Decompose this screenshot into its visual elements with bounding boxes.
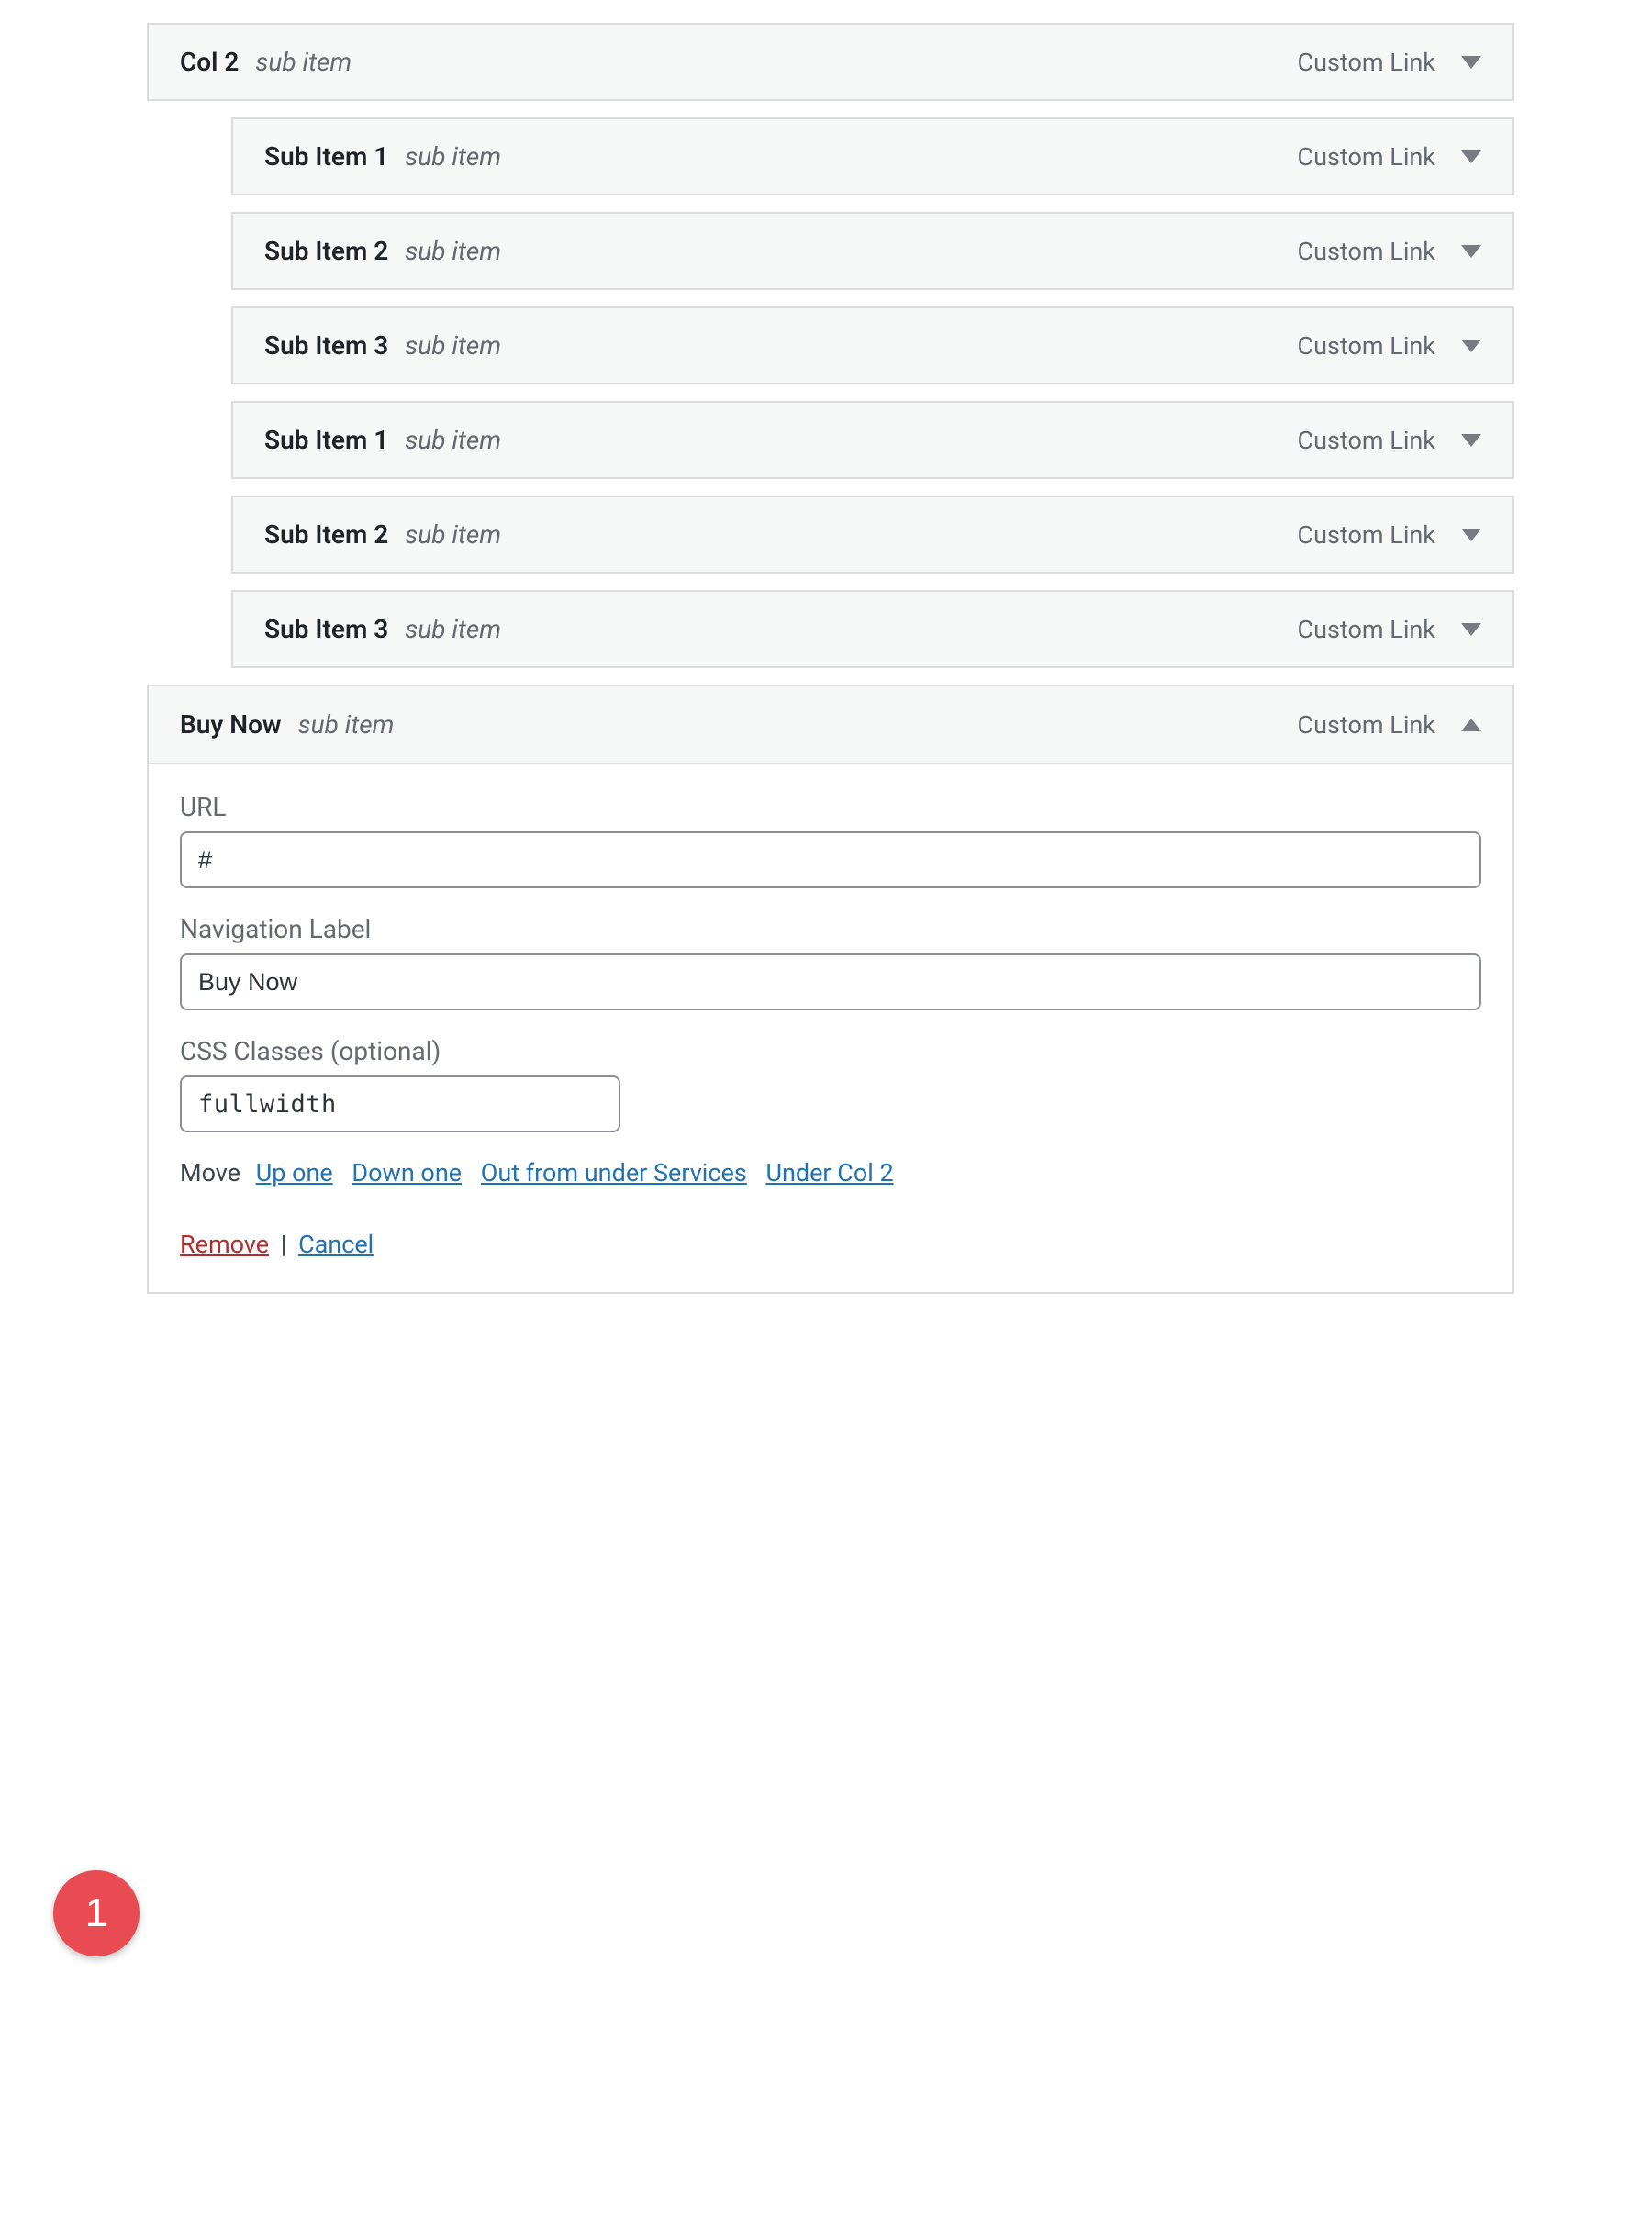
url-input[interactable]: [180, 831, 1481, 888]
menu-item-subtype: sub item: [405, 236, 501, 266]
chevron-down-icon[interactable]: [1461, 245, 1481, 258]
menu-item-type: Custom Link: [1298, 615, 1435, 644]
menu-item-sub-2a[interactable]: Sub Item 2 sub item Custom Link: [231, 212, 1514, 290]
separator: |: [281, 1230, 287, 1259]
menu-item-left: Buy Now sub item: [180, 709, 394, 740]
menu-item-sub-3a[interactable]: Sub Item 3 sub item Custom Link: [231, 306, 1514, 384]
menu-item-title: Sub Item 2: [264, 236, 388, 266]
menu-item-right[interactable]: Custom Link: [1298, 710, 1481, 740]
css-classes-field-block: CSS Classes (optional): [180, 1036, 1481, 1132]
move-row: Move Up one Down one Out from under Serv…: [180, 1158, 1481, 1187]
navigation-label-label: Navigation Label: [180, 914, 1481, 944]
move-under-link[interactable]: Under Col 2: [765, 1158, 893, 1187]
annotation-badge-1: 1: [53, 1870, 140, 1956]
move-up-one-link[interactable]: Up one: [256, 1158, 333, 1187]
menu-item-subtype: sub item: [298, 709, 395, 740]
menu-item-sub-1a[interactable]: Sub Item 1 sub item Custom Link: [231, 117, 1514, 195]
menu-item-title: Sub Item 2: [264, 519, 388, 550]
menu-item-right[interactable]: Custom Link: [1298, 142, 1481, 172]
menu-item-sub-2b[interactable]: Sub Item 2 sub item Custom Link: [231, 496, 1514, 574]
menu-item-type: Custom Link: [1298, 331, 1435, 361]
menu-item-subtype: sub item: [405, 519, 501, 550]
menu-item-settings-panel: URL Navigation Label CSS Classes (option…: [149, 764, 1512, 1292]
url-field-block: URL: [180, 792, 1481, 888]
menu-item-sub-1b[interactable]: Sub Item 1 sub item Custom Link: [231, 401, 1514, 479]
move-out-from-under-link[interactable]: Out from under Services: [481, 1158, 747, 1187]
chevron-down-icon[interactable]: [1461, 623, 1481, 636]
menu-item-type: Custom Link: [1298, 237, 1435, 266]
chevron-up-icon[interactable]: [1461, 719, 1481, 731]
menu-item-left: Sub Item 1 sub item: [264, 141, 501, 172]
menu-item-col-2[interactable]: Col 2 sub item Custom Link: [147, 23, 1514, 101]
chevron-down-icon[interactable]: [1461, 150, 1481, 163]
menu-item-right[interactable]: Custom Link: [1298, 331, 1481, 361]
menu-item-title: Sub Item 1: [264, 141, 388, 172]
chevron-down-icon[interactable]: [1461, 56, 1481, 69]
menu-item-type: Custom Link: [1298, 142, 1435, 172]
menu-item-right[interactable]: Custom Link: [1298, 615, 1481, 644]
menu-item-left: Sub Item 3 sub item: [264, 614, 501, 644]
menu-item-subtype: sub item: [405, 425, 501, 455]
navigation-label-input[interactable]: [180, 953, 1481, 1010]
action-row: Remove | Cancel: [180, 1230, 1481, 1259]
menu-item-type: Custom Link: [1298, 710, 1435, 740]
chevron-down-icon[interactable]: [1461, 434, 1481, 447]
css-classes-label: CSS Classes (optional): [180, 1036, 1481, 1066]
url-label: URL: [180, 792, 1481, 822]
cancel-link[interactable]: Cancel: [298, 1230, 374, 1259]
menu-item-right[interactable]: Custom Link: [1298, 520, 1481, 550]
menu-item-right[interactable]: Custom Link: [1298, 237, 1481, 266]
menu-item-right[interactable]: Custom Link: [1298, 426, 1481, 455]
menu-item-left: Sub Item 1 sub item: [264, 425, 501, 455]
move-label: Move: [180, 1158, 240, 1187]
menu-item-left: Sub Item 3 sub item: [264, 330, 501, 361]
menu-item-title: Buy Now: [180, 709, 282, 740]
menu-item-subtype: sub item: [405, 614, 501, 644]
css-classes-input[interactable]: [180, 1075, 620, 1132]
annotation-number: 1: [85, 1890, 107, 1936]
menu-item-type: Custom Link: [1298, 520, 1435, 550]
menu-item-type: Custom Link: [1298, 426, 1435, 455]
menu-item-sub-3b[interactable]: Sub Item 3 sub item Custom Link: [231, 590, 1514, 668]
menu-item-subtype: sub item: [255, 47, 352, 77]
menu-item-title: Sub Item 3: [264, 330, 388, 361]
move-down-one-link[interactable]: Down one: [352, 1158, 462, 1187]
menu-item-header[interactable]: Buy Now sub item Custom Link: [149, 686, 1512, 764]
menu-item-left: Sub Item 2 sub item: [264, 519, 501, 550]
menu-item-title: Sub Item 1: [264, 425, 388, 455]
menu-item-left: Sub Item 2 sub item: [264, 236, 501, 266]
nav-label-field-block: Navigation Label: [180, 914, 1481, 1010]
menu-item-right[interactable]: Custom Link: [1298, 48, 1481, 77]
menu-item-subtype: sub item: [405, 141, 501, 172]
remove-link[interactable]: Remove: [180, 1230, 269, 1259]
menu-item-subtype: sub item: [405, 330, 501, 361]
menu-item-buy-now: Buy Now sub item Custom Link URL Navigat…: [147, 685, 1514, 1294]
chevron-down-icon[interactable]: [1461, 340, 1481, 352]
menu-item-type: Custom Link: [1298, 48, 1435, 77]
menu-item-title: Col 2: [180, 47, 239, 77]
menu-item-left: Col 2 sub item: [180, 47, 352, 77]
chevron-down-icon[interactable]: [1461, 529, 1481, 541]
menu-item-title: Sub Item 3: [264, 614, 388, 644]
